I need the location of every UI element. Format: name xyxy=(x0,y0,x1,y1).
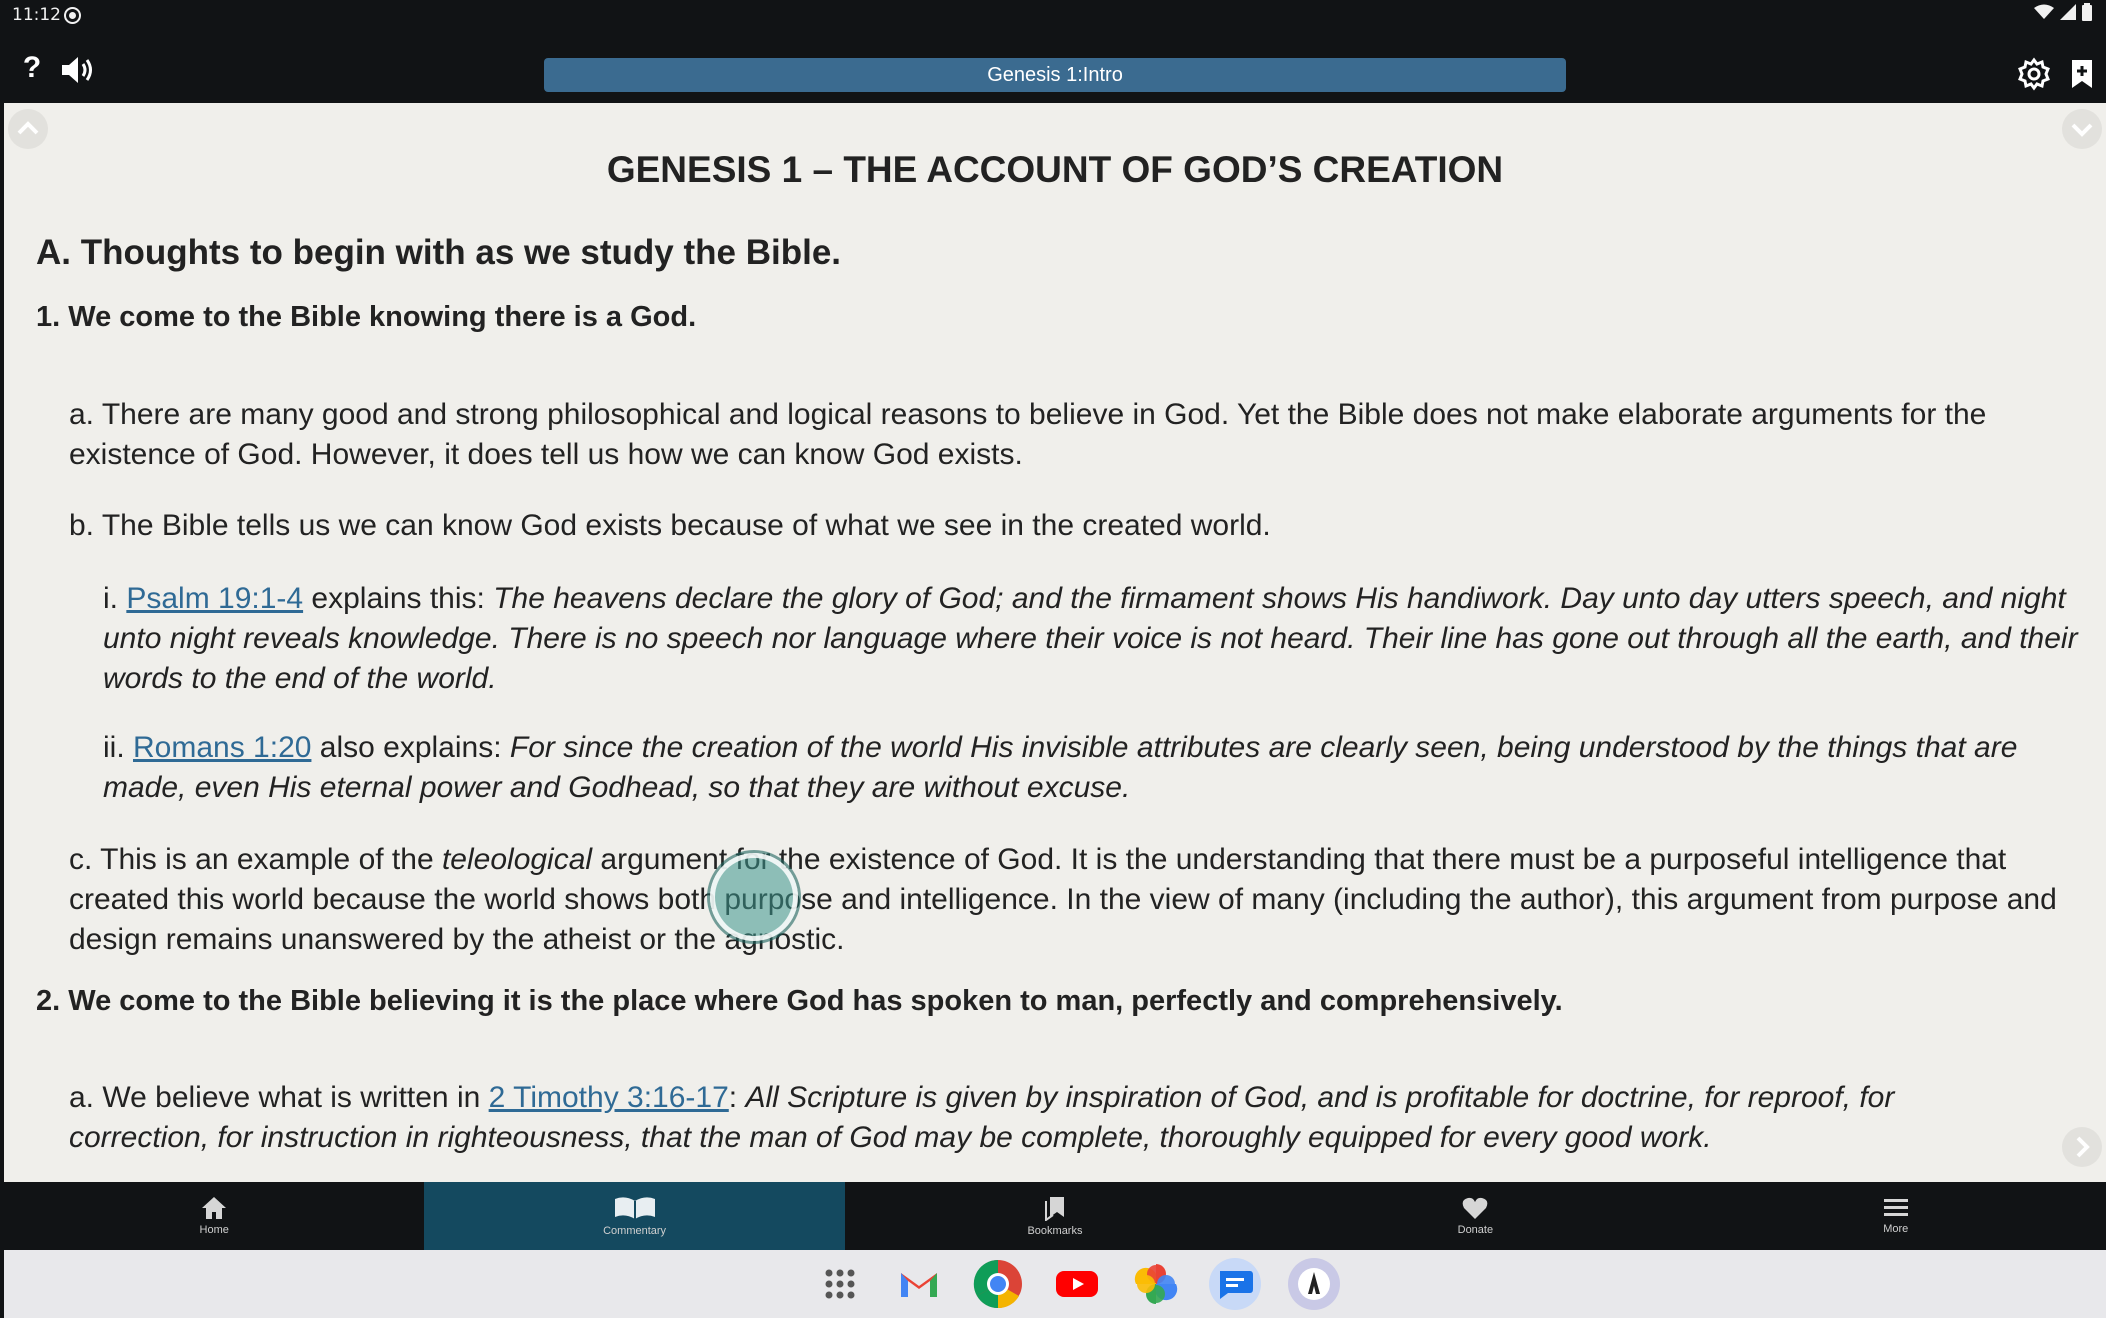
wifi-icon xyxy=(2034,4,2054,19)
paragraph-verse: i. Psalm 19:1-4 explains this: The heave… xyxy=(103,579,2088,699)
nav-label: Home xyxy=(199,1224,229,1236)
text: : xyxy=(728,1081,746,1114)
text: ii. xyxy=(103,731,133,764)
messages-icon[interactable] xyxy=(1209,1258,1261,1310)
paragraph-verse: ii. Romans 1:20 also explains: For since… xyxy=(103,728,2088,808)
youtube-logo xyxy=(1056,1271,1098,1297)
scripture-link[interactable]: Romans 1:20 xyxy=(133,731,311,764)
nav-label: More xyxy=(1883,1223,1909,1235)
bottom-navigation: Home Commentary Bookmarks Donate More xyxy=(4,1182,2106,1250)
page-title: GENESIS 1 – THE ACCOUNT OF GOD’S CREATIO… xyxy=(606,149,1504,190)
help-icon[interactable]: ? xyxy=(14,48,50,88)
scroll-up-button[interactable] xyxy=(8,109,48,149)
gear-icon[interactable] xyxy=(2016,56,2052,92)
text: explains this: xyxy=(303,582,494,615)
battery-icon xyxy=(2082,3,2092,21)
app-drawer-icon[interactable] xyxy=(814,1258,866,1310)
nav-label: Commentary xyxy=(603,1225,667,1237)
gmail-logo xyxy=(901,1273,937,1297)
emphasis: teleological xyxy=(441,843,593,876)
menu-icon xyxy=(1883,1199,1908,1216)
scripture-link[interactable]: 2 Timothy 3:16-17 xyxy=(489,1081,729,1114)
touch-indicator xyxy=(710,853,798,941)
paragraph: a. There are many good and strong philos… xyxy=(69,398,1987,471)
nav-bookmarks[interactable]: Bookmarks xyxy=(845,1182,1265,1250)
text: c. This is an example of the xyxy=(69,843,442,876)
messages-logo xyxy=(1220,1271,1253,1299)
paragraph: b. The Bible tells us we can know God ex… xyxy=(69,509,1271,542)
nav-donate[interactable]: Donate xyxy=(1265,1182,1685,1250)
paragraph: a. We believe what is written in 2 Timot… xyxy=(69,1078,2029,1158)
home-icon xyxy=(202,1197,227,1219)
chrome-logo xyxy=(973,1259,1022,1309)
point-heading: 1. We come to the Bible knowing there is… xyxy=(36,301,697,333)
status-icons xyxy=(2034,3,2092,21)
gmail-icon[interactable] xyxy=(893,1258,945,1310)
commentary-content[interactable]: GENESIS 1 – THE ACCOUNT OF GOD’S CREATIO… xyxy=(4,103,2106,1182)
bookmarks-icon xyxy=(1044,1197,1064,1221)
app-logo xyxy=(1298,1268,1330,1300)
youtube-icon[interactable] xyxy=(1051,1258,1103,1310)
nav-label: Donate xyxy=(1457,1224,1494,1236)
chevron-down-icon xyxy=(2071,123,2093,137)
bookmark-add-icon[interactable] xyxy=(2068,58,2096,90)
nav-home[interactable]: Home xyxy=(4,1182,424,1250)
nav-commentary[interactable]: Commentary xyxy=(424,1182,845,1250)
top-app-bar: ? Genesis 1:Intro xyxy=(0,32,2106,103)
photos-icon[interactable] xyxy=(1130,1258,1182,1310)
nav-more[interactable]: More xyxy=(1686,1182,2106,1250)
status-bar: 11:12 xyxy=(0,0,2106,32)
chevron-up-icon xyxy=(17,121,39,135)
scroll-down-button[interactable] xyxy=(2062,109,2102,149)
photos-logo xyxy=(1134,1264,1178,1304)
app-icon[interactable] xyxy=(1288,1258,1340,1310)
status-time: 11:12 xyxy=(12,5,61,25)
next-page-button[interactable] xyxy=(2062,1127,2102,1167)
text: i. xyxy=(103,582,127,615)
chrome-icon[interactable] xyxy=(972,1258,1024,1310)
chapter-selector[interactable]: Genesis 1:Intro xyxy=(544,58,1566,92)
scripture-link[interactable]: Psalm 19:1-4 xyxy=(126,582,303,615)
nav-label: Bookmarks xyxy=(1027,1225,1083,1237)
heart-icon xyxy=(1463,1197,1488,1219)
text: a. We believe what is written in xyxy=(69,1081,489,1114)
system-dock xyxy=(4,1250,2106,1318)
point-heading: 2. We come to the Bible believing it is … xyxy=(36,985,1563,1017)
grid-icon xyxy=(825,1269,855,1299)
chevron-right-icon xyxy=(2076,1136,2090,1158)
text: also explains: xyxy=(311,731,510,764)
audio-icon[interactable] xyxy=(58,54,98,86)
signal-icon xyxy=(2060,4,2076,20)
section-heading: A. Thoughts to begin with as we study th… xyxy=(36,233,842,272)
paragraph: c. This is an example of the teleologica… xyxy=(69,840,2089,960)
notification-icon xyxy=(64,7,81,24)
open-book-icon xyxy=(614,1197,655,1219)
